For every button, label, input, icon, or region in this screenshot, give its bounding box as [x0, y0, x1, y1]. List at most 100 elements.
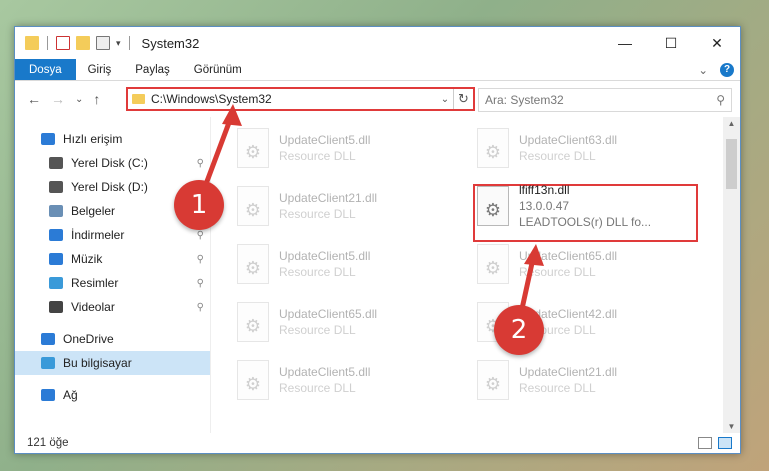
- file-description: Resource DLL: [279, 265, 356, 279]
- close-button[interactable]: ✕: [694, 27, 740, 59]
- tab-share[interactable]: Paylaş: [123, 59, 182, 80]
- scroll-down-icon[interactable]: ▼: [723, 422, 740, 431]
- pin-icon: ⚲: [196, 229, 204, 241]
- address-bar[interactable]: C:\Windows\System32 ⌄ ↻: [126, 87, 475, 111]
- file-tile[interactable]: ⚙ UpdateClient21.dll Resource DLL: [237, 183, 467, 229]
- sidebar-item-label: Yerel Disk (D:): [71, 180, 148, 194]
- main-content: Hızlı erişim Yerel Disk (C:) ⚲ Yerel Disk (…: [15, 117, 740, 433]
- step-1-badge: 1: [174, 180, 224, 230]
- new-folder-icon[interactable]: [76, 36, 90, 50]
- window-title: System32: [141, 35, 200, 51]
- sidebar-item[interactable]: Resimler ⚲: [15, 271, 210, 295]
- file-description: Resource DLL: [519, 265, 596, 279]
- divider: [128, 36, 130, 50]
- file-text: UpdateClient63.dll Resource DLL: [519, 132, 617, 164]
- dll-file-icon: ⚙: [237, 128, 269, 168]
- gear-icon: ⚙: [244, 142, 262, 162]
- address-dropdown-icon[interactable]: ⌄: [437, 94, 453, 105]
- item-count: 121 öğe: [27, 437, 69, 449]
- file-description: Resource DLL: [279, 323, 356, 337]
- drive-icon: [49, 181, 63, 193]
- file-tile[interactable]: ⚙ lfiff13n.dll 13.0.0.47 LEADTOOLS(r) DLL f…: [477, 183, 707, 229]
- sidebar-item-label: Yerel Disk (C:): [71, 156, 148, 170]
- file-text: UpdateClient5.dll Resource DLL: [279, 364, 370, 396]
- tiles-view-icon[interactable]: [718, 437, 732, 449]
- sidebar-item[interactable]: Ağ: [15, 383, 210, 407]
- tab-home[interactable]: Giriş: [76, 59, 124, 80]
- recent-locations-button[interactable]: ⌄: [75, 94, 83, 105]
- sidebar-item[interactable]: Müzik ⚲: [15, 247, 210, 271]
- file-text: UpdateClient5.dll Resource DLL: [279, 248, 370, 280]
- file-tile[interactable]: ⚙ UpdateClient5.dll Resource DLL: [237, 357, 467, 403]
- sidebar-item-label: OneDrive: [63, 332, 114, 346]
- help-icon[interactable]: ?: [720, 62, 734, 77]
- dll-file-icon: ⚙: [237, 186, 269, 226]
- file-tile[interactable]: ⚙ UpdateClient5.dll Resource DLL: [237, 241, 467, 287]
- sidebar-item[interactable]: Bu bilgisayar: [15, 351, 210, 375]
- file-tile[interactable]: ⚙ UpdateClient5.dll Resource DLL: [237, 125, 467, 171]
- sidebar-item-label: İndirmeler: [71, 228, 125, 242]
- file-description: Resource DLL: [279, 207, 356, 221]
- properties-icon[interactable]: [56, 36, 70, 50]
- pin-icon: ⚲: [196, 157, 204, 169]
- scroll-thumb[interactable]: [726, 139, 737, 189]
- step-2-badge: 2: [494, 305, 544, 355]
- refresh-button[interactable]: ↻: [453, 89, 473, 109]
- drive-icon: [49, 157, 63, 169]
- back-button[interactable]: ←: [27, 91, 41, 107]
- file-description: Resource DLL: [279, 149, 356, 163]
- maximize-button[interactable]: ☐: [648, 27, 694, 59]
- scroll-up-icon[interactable]: ▲: [723, 119, 740, 128]
- gear-icon: ⚙: [484, 142, 502, 162]
- sidebar-item-label: Videolar: [71, 300, 115, 314]
- pin-icon: ⚲: [196, 301, 204, 313]
- search-input[interactable]: Ara: System32: [485, 93, 716, 107]
- search-box[interactable]: Ara: System32 ⚲: [478, 88, 732, 112]
- videos-icon: [49, 301, 63, 313]
- minimize-button[interactable]: —: [602, 27, 648, 59]
- address-path[interactable]: C:\Windows\System32: [151, 92, 437, 106]
- tab-view[interactable]: Görünüm: [182, 59, 254, 80]
- search-icon[interactable]: ⚲: [716, 93, 725, 107]
- expand-ribbon-icon[interactable]: ⌄: [698, 63, 708, 77]
- gear-icon: ⚙: [244, 316, 262, 336]
- sidebar-item[interactable]: Hızlı erişim: [15, 127, 210, 151]
- file-tile[interactable]: ⚙ UpdateClient21.dll Resource DLL: [477, 357, 707, 403]
- forward-button[interactable]: →: [51, 91, 65, 107]
- sidebar-item[interactable]: Videolar ⚲: [15, 295, 210, 319]
- gear-icon: ⚙: [244, 200, 262, 220]
- sidebar-item[interactable]: OneDrive: [15, 327, 210, 351]
- explorer-window: ▾ System32 — ☐ ✕ Dosya Giriş Paylaş Görü…: [14, 26, 741, 454]
- sidebar-item[interactable]: Yerel Disk (C:) ⚲: [15, 151, 210, 175]
- details-view-icon[interactable]: [698, 437, 712, 449]
- sidebar-item[interactable]: İndirmeler ⚲: [15, 223, 210, 247]
- sidebar-item-label: Hızlı erişim: [63, 132, 123, 146]
- network-icon: [41, 389, 55, 401]
- file-tile[interactable]: ⚙ UpdateClient65.dll Resource DLL: [477, 241, 707, 287]
- onedrive-icon: [41, 333, 55, 345]
- gear-icon: ⚙: [244, 374, 262, 394]
- file-description: Resource DLL: [519, 149, 596, 163]
- folder-icon[interactable]: [25, 36, 39, 50]
- view-toggle: [698, 437, 732, 449]
- tab-file[interactable]: Dosya: [15, 59, 76, 80]
- documents-icon: [49, 205, 63, 217]
- file-text: lfiff13n.dll 13.0.0.47 LEADTOOLS(r) DLL fo…: [519, 182, 651, 230]
- file-tile[interactable]: ⚙ UpdateClient63.dll Resource DLL: [477, 125, 707, 171]
- up-button[interactable]: ↑: [93, 91, 100, 107]
- customize-chevron-icon[interactable]: ▾: [116, 38, 121, 49]
- navigation-buttons: ← → ⌄ ↑: [15, 91, 125, 107]
- file-text: UpdateClient21.dll Resource DLL: [519, 364, 617, 396]
- music-icon: [49, 253, 63, 265]
- sidebar-item-label: Ağ: [63, 388, 78, 402]
- view-options-icon[interactable]: [96, 36, 110, 50]
- file-name: UpdateClient65.dll: [279, 307, 378, 321]
- file-name: UpdateClient65.dll: [519, 249, 618, 263]
- vertical-scrollbar[interactable]: ▲ ▼: [723, 117, 740, 433]
- file-tile[interactable]: ⚙ UpdateClient65.dll Resource DLL: [237, 299, 467, 345]
- file-text: UpdateClient5.dll Resource DLL: [279, 132, 370, 164]
- sidebar-item-label: Bu bilgisayar: [63, 356, 132, 370]
- sidebar-item-label: Müzik: [71, 252, 103, 266]
- title-bar: ▾ System32 — ☐ ✕: [15, 27, 740, 59]
- gear-icon: ⚙: [484, 374, 502, 394]
